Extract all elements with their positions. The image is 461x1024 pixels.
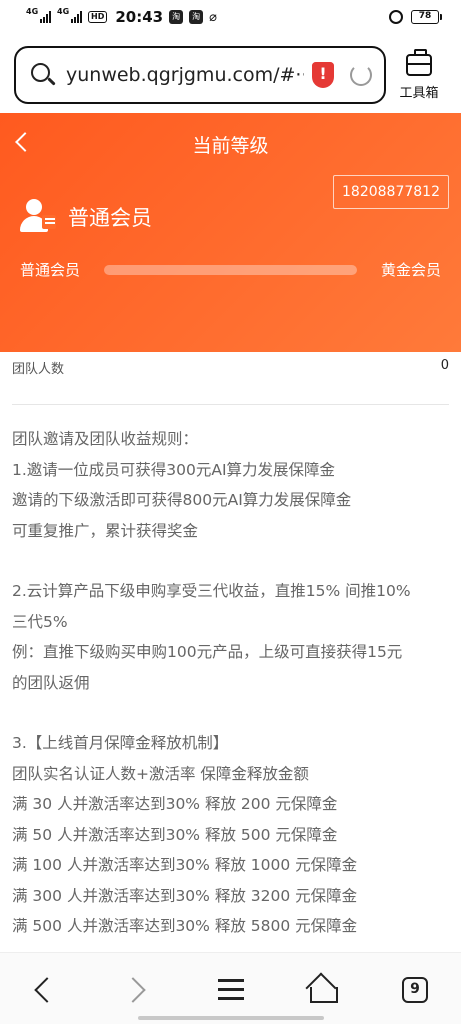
rule-line: 的团队返佣 [12,673,90,692]
rule-line: 满 30 人并激活率达到30% 释放 200 元保障金 [12,795,338,813]
rule-line: 团队邀请及团队收益规则： [12,430,199,448]
rule-line: 团队实名认证人数+激活率 保障金释放金额 [12,764,309,783]
toolbox-icon [406,48,432,76]
team-count-row: 团队人数 0 [0,352,461,404]
rule-line: 满 500 人并激活率达到30% 释放 5800 元保障金 [12,917,358,935]
level-progress-bar [104,264,357,275]
clock: 20:43 [115,8,164,26]
back-arrow-icon[interactable] [15,132,35,152]
taobao-notification-icon: 淘 [169,10,184,24]
signal-icon-2: 4G [57,7,82,23]
alarm-icon [389,10,403,24]
level-progress-row: 普通会员 黄金会员 [20,259,441,280]
team-count-value: 0 [440,358,449,373]
page-title: 当前等级 [192,134,269,157]
reload-icon[interactable] [350,64,372,86]
url-text[interactable]: yunweb.qgrjgmu.com/#··· [66,64,304,86]
current-level-label: 普通会员 [20,261,81,279]
title-row: 当前等级 [0,113,461,175]
member-row: 普通会员 [18,199,152,235]
address-bar[interactable]: yunweb.qgrjgmu.com/#··· ! [14,46,386,104]
status-bar: 4G 4G HD 20:43 淘 淘 ⌀ 78 [0,0,461,34]
back-icon[interactable] [26,973,66,1005]
phone-number-badge: 18208877812 [333,175,449,209]
taobao-notification-icon-2: 淘 [189,10,204,24]
rule-line: 满 50 人并激活率达到30% 释放 500 元保障金 [12,825,338,844]
rule-line: 例：直推下级购买申购100元产品，上级可直接获得15元 [12,643,403,661]
rule-spacer [12,698,452,728]
rule-line: 1.邀请一位成员可获得300元AI算力发展保障金 [12,460,336,479]
rule-spacer [12,546,452,576]
forward-icon[interactable] [118,973,158,1005]
team-count-label: 团队人数 [12,362,65,377]
network-type-label: 4G [26,7,39,16]
level-header: 当前等级 18208877812 普通会员 普通会员 黄金会员 [0,113,461,352]
rule-line: 可重复推广，累计获得奖金 [12,521,199,540]
tabs-button[interactable]: 9 [398,973,438,1005]
status-right: 78 [389,10,442,24]
next-level-label: 黄金会员 [380,261,441,279]
leaf-notification-icon: ⌀ [209,9,217,25]
menu-icon[interactable] [212,973,252,1005]
user-card-icon [18,199,56,235]
network-type-label-2: 4G [57,7,70,16]
home-icon[interactable] [304,972,344,1005]
rule-line: 满 300 人并激活率达到30% 释放 3200 元保障金 [12,886,358,905]
rule-line: 三代5% [12,612,68,631]
bottom-navigation: 9 [0,952,461,1024]
rule-line: 3.【上线首月保障金释放机制】 [12,734,229,752]
home-indicator[interactable] [138,1016,324,1020]
rules-text: 团队邀请及团队收益规则： 1.邀请一位成员可获得300元AI算力发展保障金 邀请的下… [12,424,452,942]
hd-voice-icon: HD [88,11,108,23]
signal-icon: 4G [26,7,51,23]
rule-line: 2.云计算产品下级申购享受三代收益，直推15% 间推10% [12,582,411,600]
rule-line: 满 100 人并激活率达到30% 释放 1000 元保障金 [12,856,358,874]
search-icon [30,62,56,88]
battery-icon: 78 [411,10,442,24]
security-warning-icon[interactable]: ! [312,62,334,88]
toolbox-label: 工具箱 [399,85,439,101]
status-left: 4G 4G HD 20:43 淘 淘 ⌀ [26,7,389,26]
battery-level: 78 [418,11,432,21]
divider [12,404,449,405]
tabs-count: 9 [402,977,428,1003]
member-level-name: 普通会员 [68,206,152,230]
toolbox-button[interactable]: 工具箱 [391,48,447,101]
rule-line: 邀请的下级激活即可获得800元AI算力发展保障金 [12,491,352,509]
browser-toolbar: yunweb.qgrjgmu.com/#··· ! 工具箱 [0,38,461,112]
